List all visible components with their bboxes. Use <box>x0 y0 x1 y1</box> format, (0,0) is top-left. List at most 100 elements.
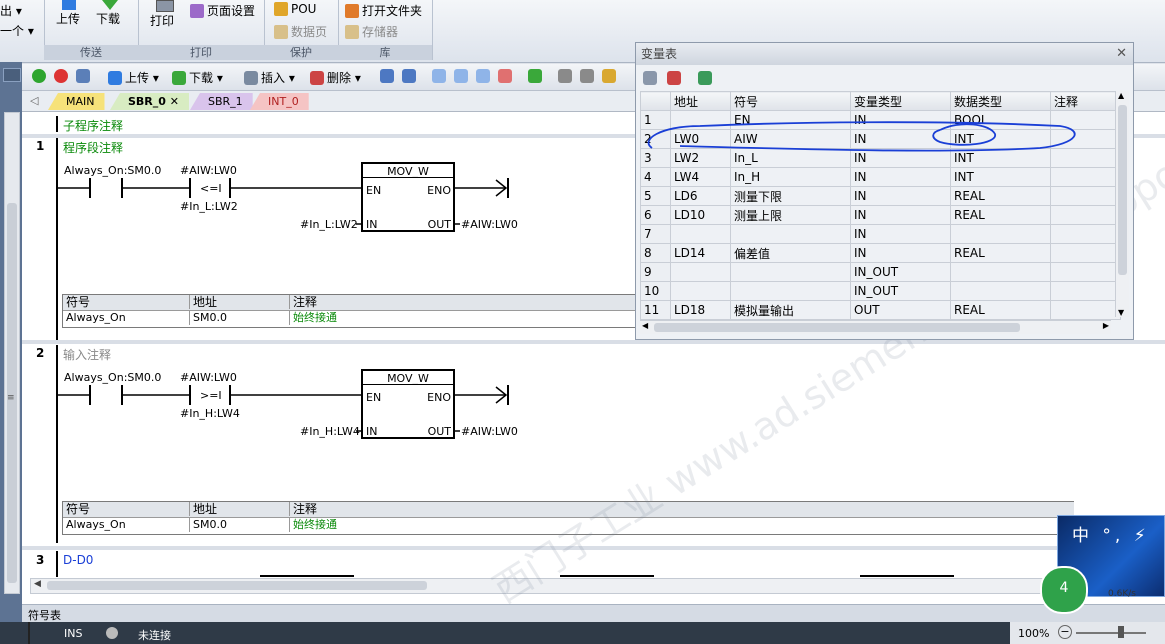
network-speed-badge[interactable]: 4 <box>1040 566 1088 614</box>
zoom-slider-thumb[interactable] <box>1118 626 1124 638</box>
table-row[interactable]: 6 LD10 测量上限 IN REAL <box>640 205 1121 225</box>
print-button[interactable]: 打印 <box>150 0 174 29</box>
scroll-left-icon[interactable]: ◀ <box>34 579 41 589</box>
page-setup-button[interactable]: 页面设置 <box>190 2 255 19</box>
data-type-cell[interactable]: REAL <box>950 186 1051 206</box>
zoom-slider[interactable] <box>1076 632 1146 634</box>
table-row[interactable]: 8 LD14 偏差值 IN REAL <box>640 243 1121 263</box>
address-cell[interactable] <box>670 224 731 244</box>
run-button[interactable] <box>32 69 49 83</box>
symbol-cell[interactable]: Always_On <box>63 518 126 532</box>
comment-cell[interactable] <box>1050 205 1121 225</box>
var-type-cell[interactable]: OUT <box>850 300 951 320</box>
tab-scroll-left-icon[interactable]: ◁ <box>30 94 38 107</box>
compile-button[interactable] <box>76 69 93 83</box>
symbol-cell[interactable]: 测量上限 <box>730 205 851 225</box>
variable-table-titlebar[interactable]: 变量表 ✕ <box>636 43 1133 65</box>
data-type-cell[interactable]: INT <box>950 167 1051 187</box>
network-comment[interactable]: D-D0 <box>63 553 93 567</box>
toolbar-insert-button[interactable]: 插入 ▾ <box>244 69 295 86</box>
open-folder-button[interactable]: 打开文件夹 <box>345 2 422 19</box>
data-type-cell[interactable]: REAL <box>950 243 1051 263</box>
var-type-cell[interactable]: IN <box>850 224 951 244</box>
vt-vscroll-thumb[interactable] <box>1118 105 1127 275</box>
scroll-right-icon[interactable]: ▶ <box>1103 321 1109 330</box>
download-button[interactable]: 下载 <box>96 0 120 27</box>
comment-cell[interactable] <box>1050 243 1121 263</box>
variable-table-vscroll[interactable]: ▲ ▼ <box>1115 91 1129 317</box>
comment-cell[interactable] <box>1050 224 1121 244</box>
var-type-cell[interactable]: IN_OUT <box>850 262 951 282</box>
h-scrollbar-thumb[interactable] <box>47 581 427 590</box>
table-row[interactable]: 9 IN_OUT <box>640 262 1121 282</box>
insert-row-icon[interactable] <box>643 71 657 85</box>
toolbar-delete-button[interactable]: 删除 ▾ <box>310 69 361 86</box>
data-type-cell[interactable]: REAL <box>950 205 1051 225</box>
data-type-cell[interactable]: REAL <box>950 300 1051 320</box>
delete-element-button[interactable] <box>498 69 515 83</box>
vt-hscroll-thumb[interactable] <box>654 323 1020 332</box>
editor-horizontal-scrollbar[interactable]: ◀ <box>30 578 1052 594</box>
var-type-cell[interactable]: IN <box>850 186 951 206</box>
close-tab-icon[interactable]: ✕ <box>170 95 179 108</box>
data-type-cell[interactable] <box>950 224 1051 244</box>
table-row[interactable]: 11 LD18 模拟量输出 OUT REAL <box>640 300 1121 320</box>
symbol-cell[interactable]: In_H <box>730 167 851 187</box>
address-cell[interactable]: LD14 <box>670 243 731 263</box>
address-cell[interactable]: SM0.0 <box>189 311 227 325</box>
subroutine-comment[interactable]: 子程序注释 <box>63 117 123 134</box>
scroll-left-icon[interactable]: ◀ <box>642 321 648 330</box>
close-icon[interactable]: ✕ <box>1116 43 1127 65</box>
address-cell[interactable]: LD10 <box>670 205 731 225</box>
ribbon-partial-item-1[interactable]: 出 ▾ <box>0 2 22 19</box>
data-type-cell[interactable] <box>950 281 1051 301</box>
zoom-out-icon[interactable]: − <box>1058 625 1072 639</box>
table-row[interactable]: 5 LD6 测量下限 IN REAL <box>640 186 1121 206</box>
mov-w-block[interactable]: MOV_W EN ENO IN OUT <box>361 162 455 232</box>
data-type-cell[interactable] <box>950 262 1051 282</box>
data-page-button[interactable]: 数据页 <box>274 23 327 40</box>
stop-button[interactable] <box>54 69 71 83</box>
table-row[interactable]: 4 LW4 In_H IN INT <box>640 167 1121 187</box>
symbol-table-panel-title[interactable]: 符号表 <box>22 604 1165 623</box>
symbol-cell[interactable] <box>730 281 851 301</box>
tab-sbr0[interactable]: SBR_0 ✕ <box>110 93 189 110</box>
address-cell[interactable]: LW4 <box>670 167 731 187</box>
symbol-cell[interactable]: 偏差值 <box>730 243 851 263</box>
goto-button[interactable] <box>528 69 545 83</box>
table-row[interactable]: 7 IN <box>640 224 1121 244</box>
network-icon-1[interactable] <box>380 69 397 83</box>
network-icon-2[interactable] <box>402 69 419 83</box>
symbol-cell[interactable]: 测量下限 <box>730 186 851 206</box>
paste-icon[interactable] <box>698 71 712 85</box>
scroll-up-icon[interactable]: ▲ <box>1118 91 1124 100</box>
address-cell[interactable] <box>670 262 731 282</box>
contact-button[interactable] <box>432 69 449 83</box>
variable-table-window[interactable]: 变量表 ✕ 地址 符号 变量类型 数据类型 注释 1 EN IN BOOL 2 LW0 AI… <box>635 42 1134 340</box>
pou-button[interactable]: POU <box>274 2 316 16</box>
comment-cell[interactable] <box>1050 262 1121 282</box>
table-row[interactable]: 10 IN_OUT <box>640 281 1121 301</box>
ribbon-partial-item-2[interactable]: 一个 ▾ <box>0 22 34 39</box>
mov-w-block[interactable]: MOV_W EN ENO IN OUT <box>361 369 455 439</box>
symbol-cell[interactable]: 模拟量输出 <box>730 300 851 320</box>
var-type-cell[interactable]: IN_OUT <box>850 281 951 301</box>
var-type-cell[interactable]: IN <box>850 167 951 187</box>
comment-cell[interactable] <box>1050 300 1121 320</box>
var-type-cell[interactable]: IN <box>850 205 951 225</box>
tab-sbr1[interactable]: SBR_1 <box>190 93 253 110</box>
toolbar-upload-button[interactable]: 上传 ▾ <box>108 69 159 86</box>
delete-row-icon[interactable] <box>667 71 681 85</box>
tab-main[interactable]: MAIN <box>48 93 105 110</box>
symbol-cell[interactable] <box>730 262 851 282</box>
comment-cell[interactable]: 始终接通 <box>289 518 337 532</box>
upload-button[interactable]: 上传 <box>56 0 80 27</box>
comment-cell[interactable] <box>1050 186 1121 206</box>
coil-button[interactable] <box>454 69 471 83</box>
lock2-button[interactable] <box>580 69 597 83</box>
var-type-cell[interactable]: IN <box>850 243 951 263</box>
scroll-down-icon[interactable]: ▼ <box>1118 308 1124 317</box>
lock3-button[interactable] <box>602 69 619 83</box>
toolbar-download-button[interactable]: 下载 ▾ <box>172 69 223 86</box>
editor-vertical-scrollbar[interactable]: ≡ <box>4 112 20 594</box>
